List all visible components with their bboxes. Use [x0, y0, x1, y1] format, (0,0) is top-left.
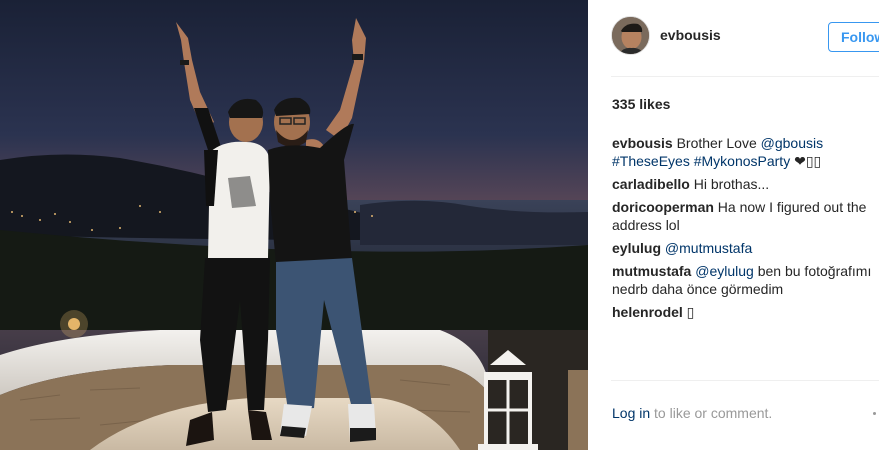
comment-username[interactable]: helenrodel: [612, 304, 683, 320]
comment-mention[interactable]: @mutmustafa: [661, 240, 752, 256]
avatar[interactable]: [611, 16, 650, 55]
caption-text: Brother Love: [672, 135, 761, 151]
comment-text: ben bu fotoğrafımı: [753, 263, 872, 279]
more-options-icon[interactable]: [873, 412, 876, 415]
comment-item: mutmustafa @eylulug ben bu fotoğrafımı n…: [612, 262, 879, 298]
follow-button[interactable]: Follow: [828, 22, 879, 52]
comment-item: doricooperman Ha now I figured out the a…: [612, 198, 879, 234]
caption-hashtags[interactable]: #TheseEyes #MykonosParty: [612, 153, 790, 169]
comment-text-continued: nedrb daha önce görmedim: [612, 281, 784, 297]
comment-text-continued: address lol: [612, 217, 680, 233]
comments-list: evbousis Brother Love @gbousis #TheseEye…: [612, 134, 879, 326]
caption-emoji: ❤: [790, 153, 806, 169]
post-username[interactable]: evbousis: [660, 27, 721, 43]
comment-text: Hi brothas...: [689, 176, 770, 192]
comment-username[interactable]: carladibello: [612, 176, 690, 192]
comment-text: ▯: [682, 304, 695, 320]
login-prompt: Log in to like or comment.: [612, 405, 772, 421]
avatar-image: [612, 17, 649, 54]
caption-glyphs: ▯▯: [805, 153, 822, 169]
photo-scene: [0, 0, 588, 450]
caption-username[interactable]: evbousis: [612, 135, 673, 151]
post-header: evbousis Follow: [588, 0, 879, 76]
login-prompt-text: to like or comment.: [650, 405, 773, 421]
post-photo[interactable]: [0, 0, 588, 450]
comment-username[interactable]: doricooperman: [612, 199, 714, 215]
post-side-panel: evbousis Follow 335 likes evbousis Broth…: [588, 0, 879, 450]
footer-divider: [611, 380, 879, 381]
comment-mention[interactable]: @eylulug: [691, 263, 754, 279]
comment-username[interactable]: eylulug: [612, 240, 661, 256]
comment-username[interactable]: mutmustafa: [612, 263, 691, 279]
caption: evbousis Brother Love @gbousis #TheseEye…: [612, 134, 879, 170]
comment-item: eylulug @mutmustafa: [612, 239, 879, 257]
comment-text: Ha now I figured out the: [713, 199, 867, 215]
likes-count[interactable]: 335 likes: [612, 96, 670, 112]
login-link[interactable]: Log in: [612, 405, 650, 421]
comment-item: helenrodel ▯: [612, 303, 879, 321]
caption-mention[interactable]: @gbousis: [761, 135, 823, 151]
comment-item: carladibello Hi brothas...: [612, 175, 879, 193]
header-divider: [611, 76, 879, 77]
